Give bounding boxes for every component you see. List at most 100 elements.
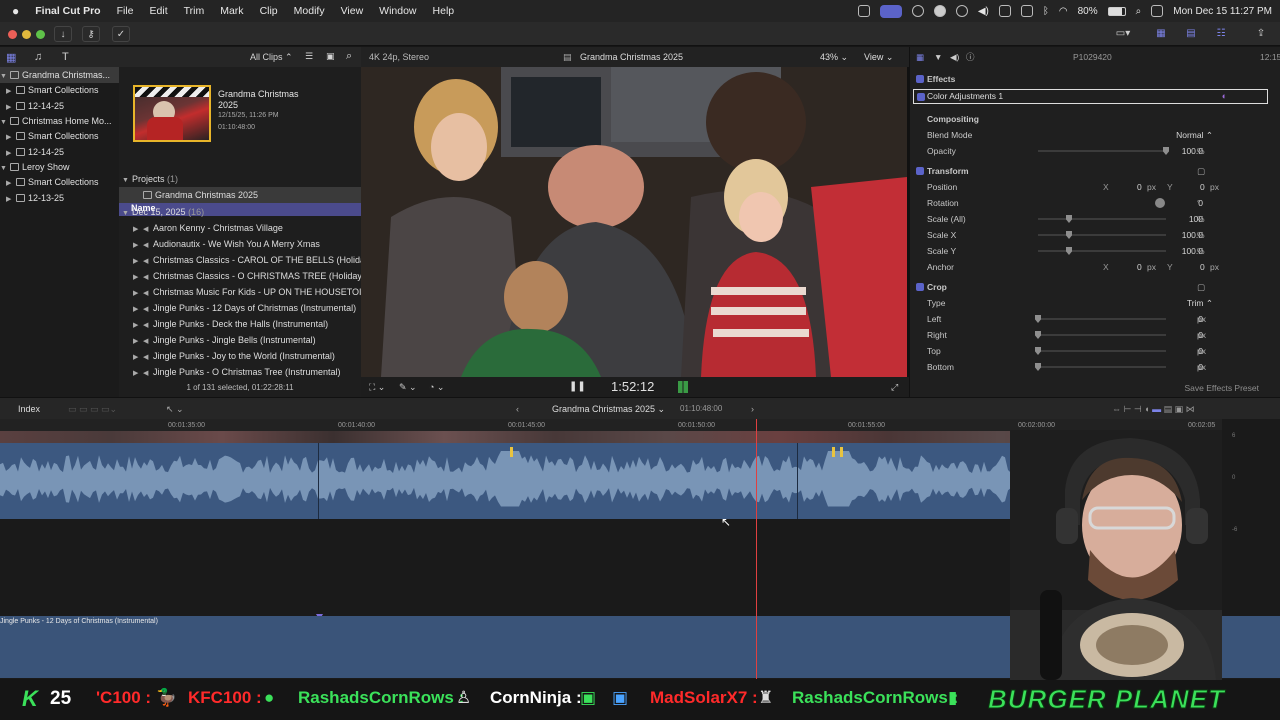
clip-row[interactable]: ▶ ◀ Christmas Classics - CAROL OF THE BELL… [119, 252, 361, 268]
photos-icon[interactable]: ♫ [34, 51, 42, 63]
timeline-toggle-icon[interactable]: ▤ [1182, 26, 1200, 42]
screen-share-icon[interactable] [857, 5, 870, 17]
stage-manager-icon[interactable] [879, 4, 902, 18]
clock[interactable]: Mon Dec 15 11:27 PM [1173, 6, 1272, 17]
event-item[interactable]: ▶ 12-14-25 [0, 144, 119, 160]
smart-collections-item[interactable]: ▶ Smart Collections [0, 128, 119, 144]
effect-item[interactable]: Color Adjustments 1 ◐ [913, 89, 1268, 104]
libraries-icon[interactable]: ▦ [6, 51, 16, 64]
record-icon[interactable] [933, 5, 946, 17]
history-back-icon[interactable]: ‹ [516, 398, 519, 420]
color-board-icon[interactable]: ◐ [1222, 90, 1227, 103]
browser-toggle-icon[interactable]: ▦ [1152, 26, 1170, 42]
clip-row[interactable]: ▶ ◀ Audionautix - We Wish You A Merry Xmas [119, 236, 361, 252]
volume-icon[interactable]: ◀) [978, 6, 989, 17]
enhance-icon[interactable]: ✎ ⌄ [399, 377, 417, 397]
clip-row[interactable]: ▶ ◀ Jingle Punks - Jingle Bells (Instrumen… [119, 332, 361, 348]
clip-appearance-icon[interactable]: ☰ [305, 51, 313, 62]
project-item[interactable]: Grandma Christmas 2025 [119, 187, 361, 203]
smart-collections-item[interactable]: ▶ Smart Collections [0, 174, 119, 190]
menu-extra-icon[interactable] [911, 5, 924, 17]
clip-row[interactable]: ▶ ◀ Jingle Punks - O Christmas Tree (Instr… [119, 364, 361, 380]
clip-row[interactable]: ▶ ◀ Aaron Kenny - Christmas Village [119, 220, 361, 236]
filmstrip-icon[interactable]: ▣ [326, 51, 335, 62]
library-item[interactable]: ▼ Leroy Show [0, 159, 119, 175]
menu-edit[interactable]: Edit [142, 5, 176, 17]
event-item[interactable]: ▶ 12-13-25 [0, 190, 119, 206]
playhead[interactable] [756, 419, 757, 679]
info-inspector-icon[interactable]: ⓘ [966, 49, 975, 65]
effects-section[interactable]: Effects [910, 71, 1280, 87]
wifi-icon[interactable]: ◠ [1059, 6, 1068, 17]
history-forward-icon[interactable]: › [751, 398, 754, 420]
timecode[interactable]: 1:52:12 [611, 377, 654, 397]
transform-section[interactable]: Transform ▢ [910, 163, 1280, 179]
edit-mode-icons[interactable]: ▭ ▭ ▭ ▭⌄ [68, 398, 117, 420]
menu-trim[interactable]: Trim [176, 5, 213, 17]
menu-file[interactable]: File [109, 5, 142, 17]
zoom-window-button[interactable] [36, 30, 45, 39]
menu-mark[interactable]: Mark [212, 5, 251, 17]
clip-row[interactable]: ▶ ◀ Christmas Music For Kids - UP ON THE H… [119, 284, 361, 300]
view-menu[interactable]: View ⌄ [864, 47, 893, 67]
control-center-icon[interactable] [1151, 5, 1164, 17]
share-icon[interactable]: ⇪ [1252, 26, 1270, 42]
keywords-icon[interactable]: ⚷ [82, 26, 100, 42]
projects-group[interactable]: ▼ Projects (1) [119, 171, 361, 187]
crop-onscreen-icon[interactable]: ▢ [1197, 279, 1205, 295]
scale-x-slider[interactable] [1038, 231, 1166, 239]
color-inspector-icon[interactable]: ▼ [934, 49, 942, 65]
display-icon[interactable] [998, 5, 1011, 17]
menu-app-name[interactable]: Final Cut Pro [27, 5, 108, 17]
library-item[interactable]: ▼ Grandma Christmas... [0, 67, 119, 83]
opacity-slider[interactable] [1038, 147, 1169, 155]
select-tool-icon[interactable]: ↖ ⌄ [166, 398, 184, 420]
import-icon[interactable]: ↓ [54, 26, 72, 42]
layout-icon[interactable]: ▭▾ [1108, 26, 1138, 42]
crop-type-select[interactable]: Trim ⌃ [1187, 295, 1213, 311]
titles-icon[interactable]: T [62, 51, 69, 63]
clip-row[interactable]: ▶ ◀ Jingle Punks - Deck the Halls (Instrum… [119, 316, 361, 332]
search-icon[interactable]: ⌕ [346, 50, 352, 63]
clip-row[interactable]: ▶ ◀ Christmas Classics - O CHRISTMAS TREE … [119, 268, 361, 284]
transform-tool-icon[interactable]: ⛶ ⌄ [369, 377, 385, 397]
blend-mode-select[interactable]: Normal ⌃ [1176, 127, 1213, 143]
video-frame[interactable] [361, 67, 907, 377]
menu-clip[interactable]: Clip [252, 5, 286, 17]
audio-inspector-icon[interactable]: ◀) [950, 49, 959, 65]
scale-all-slider[interactable] [1038, 215, 1166, 223]
clip-filter[interactable]: All Clips ⌃ [250, 52, 293, 63]
transform-onscreen-icon[interactable]: ▢ [1197, 163, 1205, 179]
video-inspector-icon[interactable]: ▦ [916, 49, 924, 65]
search-icon[interactable]: ⌕ [1136, 6, 1142, 17]
background-tasks-icon[interactable]: ✓ [112, 26, 130, 42]
battery-icon[interactable] [1107, 6, 1126, 16]
zoom-menu[interactable]: 43% ⌄ [820, 47, 848, 67]
minimize-window-button[interactable] [22, 30, 31, 39]
timeline-tools-icons[interactable]: ⇔ ⊢ ⊣ ◖ ▬ ▤ ▣ ⋈ [1112, 398, 1195, 420]
menu-view[interactable]: View [333, 5, 372, 17]
library-item[interactable]: ▼ Christmas Home Mo... [0, 113, 119, 129]
apple-icon[interactable]: ● [0, 4, 27, 18]
play-icon[interactable] [955, 5, 968, 17]
crop-section[interactable]: Crop ▢ [910, 279, 1280, 295]
bluetooth-icon[interactable]: ᛒ [1043, 6, 1049, 17]
timeline-project-name[interactable]: Grandma Christmas 2025 ⌄ [552, 398, 665, 420]
checkbox-icon[interactable] [916, 75, 924, 83]
fullscreen-icon[interactable]: ⤢ [891, 377, 898, 397]
close-window-button[interactable] [8, 30, 17, 39]
pause-button[interactable]: ❚❚ [569, 377, 586, 397]
menu-window[interactable]: Window [371, 5, 424, 17]
clip-row[interactable]: ▶ ◀ Jingle Punks - Joy to the World (Instr… [119, 348, 361, 364]
opacity-knob[interactable] [1163, 147, 1169, 155]
event-group[interactable]: ▼ Dec 15, 2025 (16) [119, 204, 361, 220]
retime-icon[interactable]: ◔ ⌄ [429, 377, 444, 397]
smart-collections-item[interactable]: ▶ Smart Collections [0, 82, 119, 98]
airplay-icon[interactable] [1020, 5, 1033, 17]
project-thumbnail[interactable] [133, 85, 211, 142]
menu-modify[interactable]: Modify [286, 5, 333, 17]
compositing-section[interactable]: Compositing [910, 111, 1280, 127]
menu-help[interactable]: Help [425, 5, 463, 17]
rotation-dial[interactable] [1155, 198, 1165, 208]
scale-y-slider[interactable] [1038, 247, 1166, 255]
